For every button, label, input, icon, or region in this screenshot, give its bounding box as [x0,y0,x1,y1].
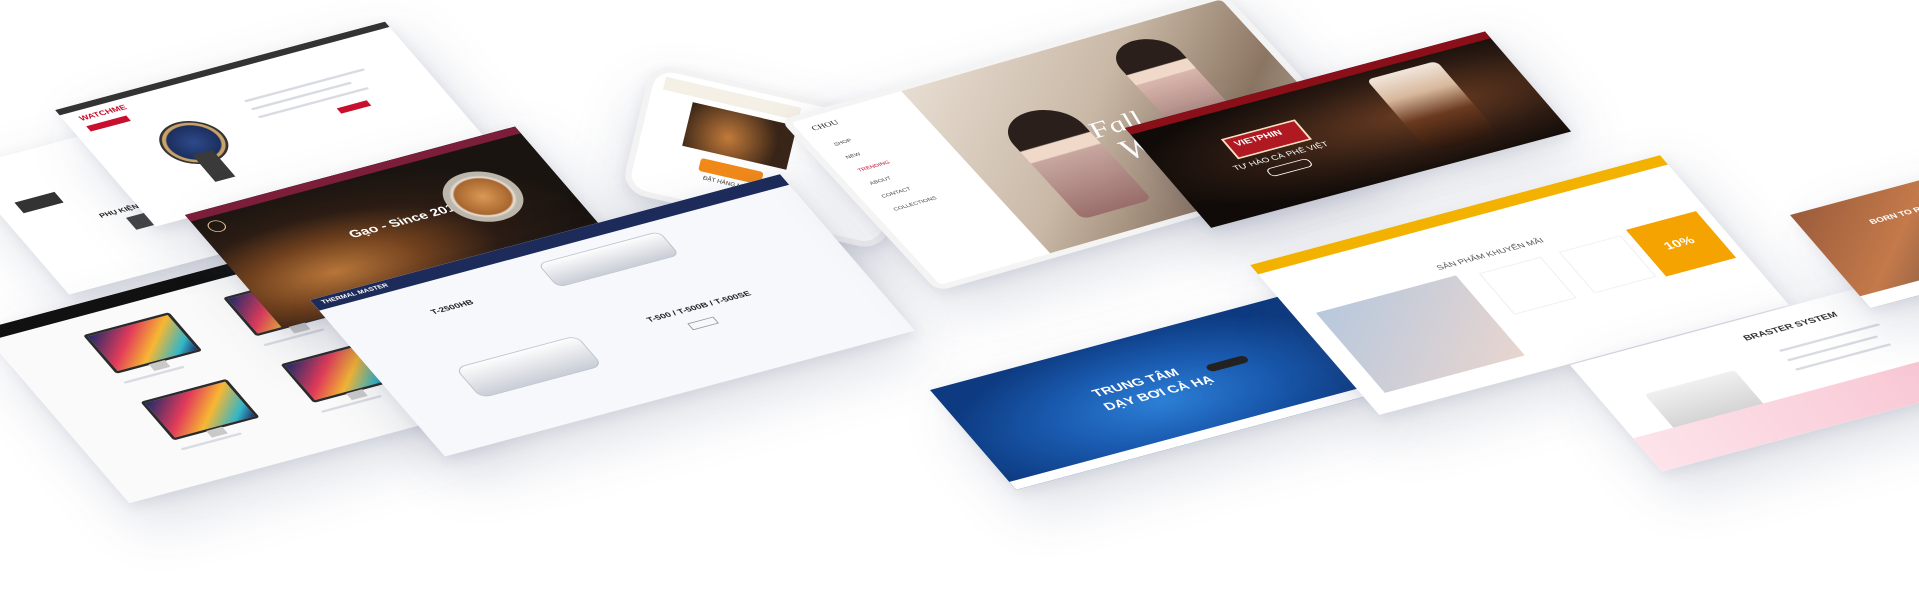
add-to-cart-button[interactable] [336,100,372,114]
coffee-cup-image [1366,60,1500,153]
feature-line [1794,343,1892,371]
hero-headline: BORN TO RUN [1867,201,1919,226]
product-card[interactable] [1478,256,1577,315]
watch-image [146,114,242,171]
view-button[interactable] [687,316,720,331]
header-bar [55,21,390,116]
spec-line [243,68,366,103]
product1-title: T-2500HB [428,298,476,316]
mockup-right-edge: BORN TO RUN [1790,161,1919,309]
logo-seal [204,218,230,234]
watch-strap [192,149,236,182]
imac-image [82,312,203,374]
food-plate [427,163,539,230]
showcase-stage: PHỤ KIỆN WATCHME Gạo - Since 2014 ĐẶT HÀ… [0,0,1919,611]
swimmer-image [1204,354,1251,373]
footer-bar [1009,385,1377,490]
product2-title: T-500 / T-500B / T-500SE [644,289,753,324]
product-thumb [14,191,64,214]
model-photo [1315,275,1525,393]
imac-image [140,378,260,441]
ac-unit-image [454,335,604,399]
